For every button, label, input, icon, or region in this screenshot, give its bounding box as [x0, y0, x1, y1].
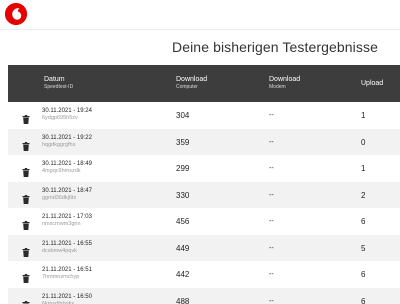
- table-row: 30.11.2021 - 18:47 ggmd36dkj6tx 330 -- 2: [8, 181, 400, 208]
- upload-value: 6: [361, 217, 366, 226]
- table-row: 30.11.2021 - 18:49 4mgqc9hmszdk 299 -- 1: [8, 155, 400, 182]
- upload-value: 6: [361, 270, 366, 279]
- download-computer-value: 299: [176, 164, 190, 173]
- download-modem-value: --: [269, 271, 274, 278]
- download-computer-value: 442: [176, 270, 190, 279]
- table-row: 21.11.2021 - 16:51 7hmmnzmchyp 442 -- 6: [8, 261, 400, 288]
- download-modem-value: --: [269, 112, 274, 119]
- upload-value: 5: [361, 243, 366, 253]
- result-date: 30.11.2021 - 18:49: [42, 161, 92, 167]
- table-row: 30.11.2021 - 19:24 6ydgp695h5zv 304 -- 1: [8, 102, 400, 129]
- download-computer-value: 330: [176, 190, 190, 200]
- table-row: 21.11.2021 - 17:03 nmxcmwm3gnn 456 -- 6: [8, 208, 400, 235]
- upload-value: 6: [361, 296, 366, 304]
- trash-icon[interactable]: [22, 217, 30, 230]
- speedtest-id: 6ydgp695h5zv: [42, 115, 78, 121]
- result-date: 30.11.2021 - 19:24: [42, 108, 92, 114]
- trash-icon[interactable]: [22, 111, 30, 124]
- download-modem-value: --: [269, 138, 274, 146]
- download-modem-value: --: [269, 297, 274, 304]
- result-date: 30.11.2021 - 19:22: [42, 134, 92, 141]
- result-date: 21.11.2021 - 16:50: [42, 293, 92, 300]
- table-row: 30.11.2021 - 19:22 hqgdkggrgfhs 359 -- 0: [8, 128, 400, 155]
- speedtest-id: ggmd36dkj6tx: [42, 194, 77, 201]
- trash-icon[interactable]: [22, 138, 30, 151]
- trash-icon[interactable]: [22, 244, 30, 257]
- download-modem-value: --: [269, 191, 274, 199]
- download-computer-value: 304: [176, 111, 190, 120]
- download-computer-value: 359: [176, 137, 190, 147]
- speedtest-id: nmxcmwm3gnn: [42, 221, 81, 227]
- trash-icon[interactable]: [22, 270, 30, 283]
- download-modem-value: --: [269, 165, 274, 172]
- result-date: 21.11.2021 - 17:03: [42, 214, 92, 220]
- download-computer-value: 449: [176, 243, 190, 253]
- table-row: 21.11.2021 - 16:55 dcsbmw4pqvk 449 -- 5: [8, 234, 400, 261]
- upload-value: 1: [361, 164, 366, 173]
- table-body: 30.11.2021 - 19:24 6ydgp695h5zv 304 -- 1 30.1…: [8, 102, 400, 304]
- page-title: Deine bisherigen Testergebnisse: [172, 39, 378, 55]
- speedtest-id: dcsbmw4pqvk: [42, 247, 77, 254]
- speedtest-id: 4mgqc9hmszdk: [42, 168, 81, 174]
- result-date: 21.11.2021 - 16:55: [42, 240, 92, 247]
- speedtest-id: 6kmsdfsbgkx: [42, 300, 75, 304]
- result-date: 21.11.2021 - 16:51: [42, 267, 92, 273]
- result-date: 30.11.2021 - 18:47: [42, 187, 92, 194]
- download-modem-value: --: [269, 218, 274, 225]
- column-header-download-computer: Download Computer: [176, 76, 208, 90]
- download-modem-value: --: [269, 244, 274, 252]
- upload-value: 2: [361, 190, 366, 200]
- download-computer-value: 488: [176, 296, 190, 304]
- column-header-upload: Upload: [361, 80, 384, 87]
- top-bar: [0, 0, 400, 30]
- speedtest-id: 7hmmnzmchyp: [42, 274, 80, 280]
- table-row: 21.11.2021 - 16:50 6kmsdfsbgkx 488 -- 6: [8, 287, 400, 304]
- trash-icon[interactable]: [22, 297, 30, 304]
- download-computer-value: 456: [176, 217, 190, 226]
- upload-value: 1: [361, 111, 366, 120]
- upload-value: 0: [361, 137, 366, 147]
- trash-icon[interactable]: [22, 164, 30, 177]
- results-table: Datum Speedtest-ID Download Computer Dow…: [8, 65, 400, 304]
- vodafone-logo-icon[interactable]: [5, 3, 27, 25]
- column-header-download-modem: Download Modem: [269, 76, 301, 90]
- table-header: Datum Speedtest-ID Download Computer Dow…: [8, 65, 400, 102]
- column-header-date: Datum Speedtest-ID: [44, 76, 74, 90]
- trash-icon[interactable]: [22, 191, 30, 204]
- speedtest-id: hqgdkggrgfhs: [42, 141, 76, 148]
